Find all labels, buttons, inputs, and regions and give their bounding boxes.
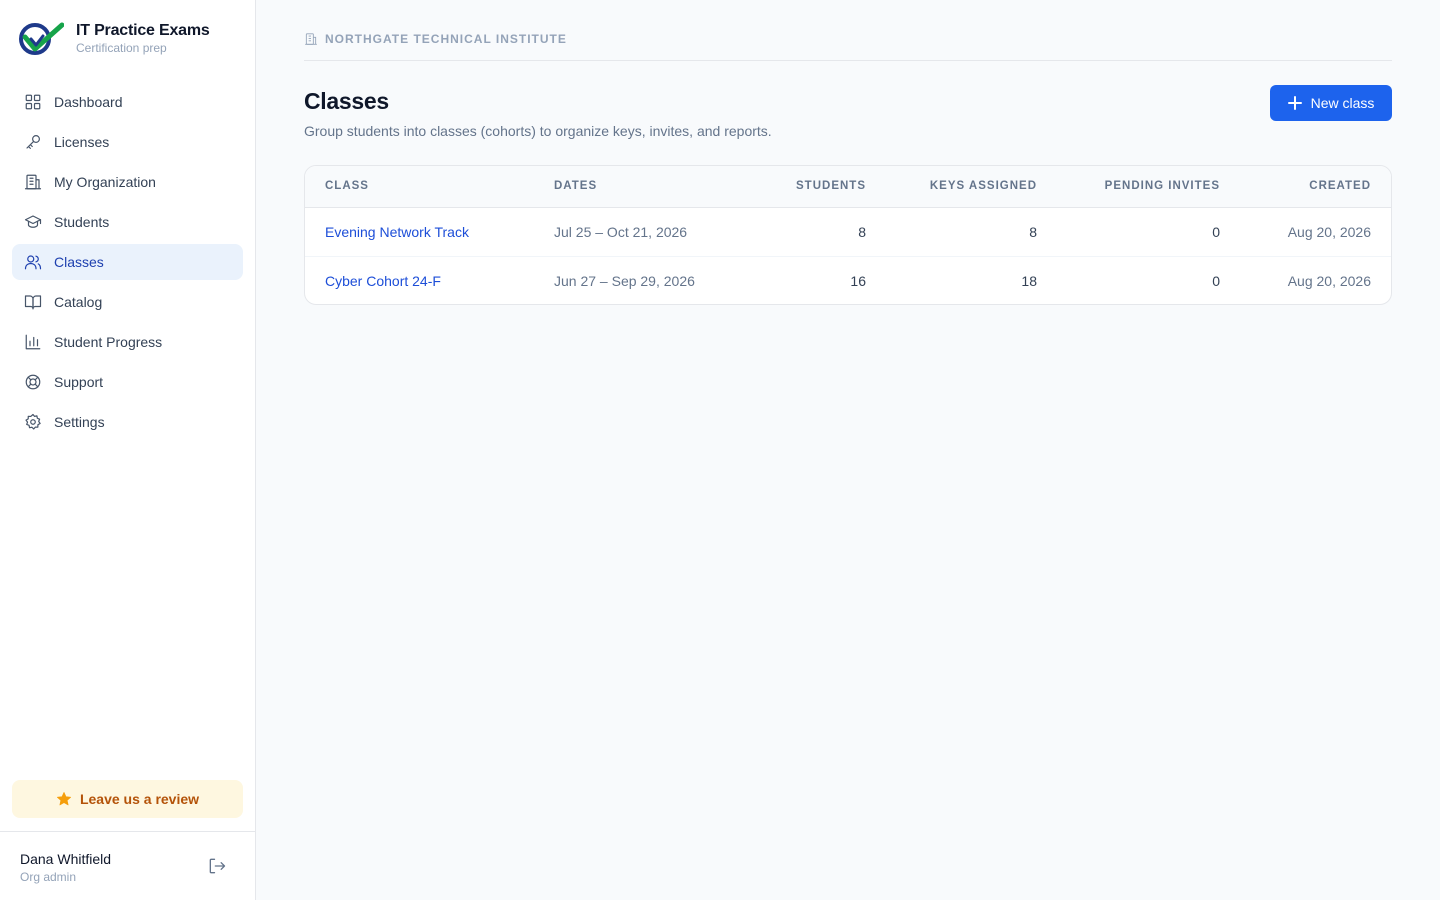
- org-breadcrumb: NORTHGATE TECHNICAL INSTITUTE: [304, 32, 567, 46]
- sidebar-nav: Dashboard Licenses My Organization Stude…: [12, 84, 243, 444]
- class-created: Aug 20, 2026: [1287, 223, 1371, 240]
- class-created: Aug 20, 2026: [1220, 255, 1391, 304]
- new-class-label: New class: [1310, 95, 1375, 111]
- leave-review-button[interactable]: Leave us a review: [12, 780, 243, 818]
- table-row[interactable]: Evening Network Track Jul 25 – Oct 21, 2…: [305, 207, 1391, 256]
- sidebar-item-label: Classes: [54, 254, 104, 270]
- building-icon: [305, 33, 317, 45]
- page-title: Classes: [304, 88, 389, 114]
- column-header-created: CREATED: [1220, 166, 1391, 208]
- grid-icon: [25, 94, 41, 110]
- sidebar-item-label: My Organization: [54, 174, 156, 190]
- bar-chart-icon: [25, 334, 41, 350]
- classes-table: CLASS DATES STUDENTS KEYS ASSIGNED PENDI…: [304, 165, 1392, 305]
- graduation-cap-icon: [24, 215, 42, 228]
- logout-icon: [209, 858, 226, 874]
- class-pending-invites: 0: [1212, 223, 1220, 240]
- sidebar-item-licenses[interactable]: Licenses: [12, 124, 243, 160]
- sidebar-item-label: Licenses: [54, 134, 110, 150]
- sidebar-item-dashboard[interactable]: Dashboard: [12, 84, 243, 120]
- class-name-link[interactable]: Cyber Cohort 24-F: [325, 273, 441, 289]
- sidebar-item-label: Support: [54, 374, 104, 390]
- sidebar: IT Practice Exams Certification prep Das…: [0, 0, 256, 900]
- star-icon: [56, 792, 71, 806]
- sidebar-item-my-organization[interactable]: My Organization: [12, 164, 243, 200]
- class-name-link[interactable]: Evening Network Track: [325, 224, 469, 240]
- leave-review-label: Leave us a review: [79, 791, 200, 807]
- users-icon: [24, 255, 42, 270]
- class-students: 8: [858, 223, 866, 240]
- lifebuoy-icon: [25, 374, 41, 390]
- sidebar-item-label: Students: [54, 214, 110, 230]
- class-pending-invites: 0: [1037, 255, 1220, 304]
- book-open-icon: [24, 295, 42, 310]
- class-dates: Jul 25 – Oct 21, 2026: [554, 223, 688, 240]
- sidebar-item-label: Settings: [54, 414, 105, 430]
- user-role: Org admin: [20, 870, 77, 884]
- sidebar-item-label: Catalog: [54, 294, 103, 310]
- sidebar-item-students[interactable]: Students: [12, 204, 243, 240]
- sidebar-item-support[interactable]: Support: [12, 364, 243, 400]
- checkmark-logo-icon: [19, 22, 64, 55]
- class-dates: Jun 27 – Sep 29, 2026: [554, 255, 714, 304]
- class-keys-assigned: 8: [1029, 223, 1037, 240]
- table-header-row: CLASS DATES STUDENTS KEYS ASSIGNED PENDI…: [305, 166, 1391, 208]
- column-header-students: STUDENTS: [714, 166, 866, 208]
- class-students: 16: [714, 255, 866, 304]
- table-row[interactable]: Cyber Cohort 24-F Jun 27 – Sep 29, 2026 …: [305, 255, 1391, 304]
- sidebar-item-label: Student Progress: [54, 334, 163, 350]
- column-header-dates: DATES: [554, 166, 714, 208]
- building-icon: [24, 174, 42, 190]
- header-divider: [304, 60, 1392, 61]
- sidebar-item-student-progress[interactable]: Student Progress: [12, 324, 243, 360]
- page-subtitle: Group students into classes (cohorts) to…: [304, 123, 772, 139]
- column-header-keys-assigned: KEYS ASSIGNED: [866, 166, 1037, 208]
- column-header-class: CLASS: [305, 166, 554, 208]
- org-name: NORTHGATE TECHNICAL INSTITUTE: [325, 32, 567, 46]
- column-header-pending-invites: PENDING INVITES: [1037, 166, 1220, 208]
- gear-icon: [25, 413, 41, 430]
- key-icon: [26, 135, 40, 149]
- new-class-button[interactable]: New class: [1270, 85, 1392, 121]
- sidebar-item-label: Dashboard: [54, 94, 123, 110]
- class-keys-assigned: 18: [866, 255, 1037, 304]
- logout-button[interactable]: [207, 856, 229, 878]
- sidebar-item-classes[interactable]: Classes: [12, 244, 243, 280]
- sidebar-item-settings[interactable]: Settings: [12, 404, 243, 440]
- brand-subtitle: Certification prep: [76, 40, 167, 55]
- user-panel: Dana Whitfield Org admin: [0, 831, 255, 900]
- sidebar-item-catalog[interactable]: Catalog: [12, 284, 243, 320]
- plus-icon: [1287, 96, 1302, 110]
- brand-title: IT Practice Exams: [76, 21, 210, 39]
- user-name: Dana Whitfield: [20, 851, 112, 867]
- brand[interactable]: IT Practice Exams Certification prep: [18, 20, 210, 56]
